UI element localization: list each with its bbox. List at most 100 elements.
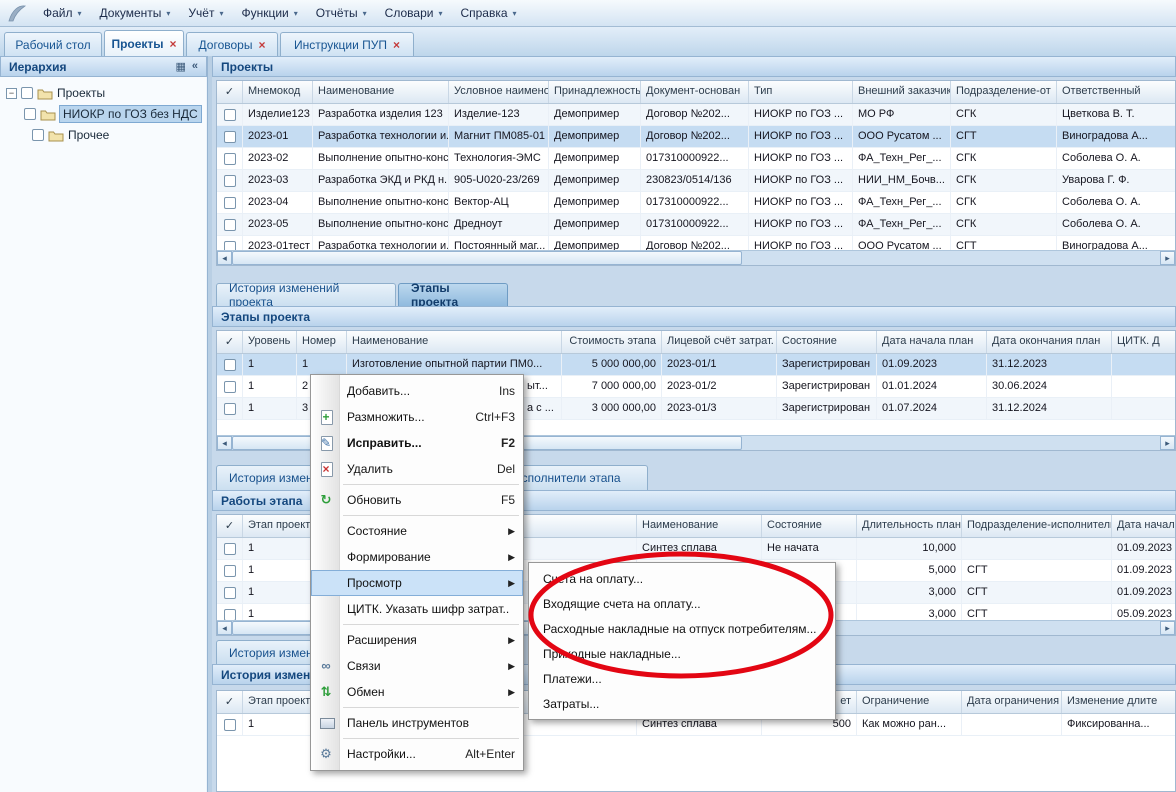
- row-checkbox[interactable]: [224, 381, 236, 393]
- row-checkbox[interactable]: [224, 131, 236, 143]
- submenu-item-payments[interactable]: Платежи...: [529, 666, 835, 691]
- scroll-left-icon[interactable]: ◂: [217, 621, 232, 635]
- column-header[interactable]: Изменение длите: [1062, 691, 1176, 713]
- menu-item-view[interactable]: Просмотр▶: [311, 570, 523, 596]
- row-checkbox[interactable]: [224, 403, 236, 415]
- check-column-header[interactable]: ✓: [217, 81, 243, 103]
- submenu-item-incoming-invoices[interactable]: Входящие счета на оплату...: [529, 591, 835, 616]
- column-header[interactable]: Лицевой счёт затрат.: [662, 331, 777, 353]
- check-column-header[interactable]: ✓: [217, 691, 243, 713]
- scrollbar-thumb[interactable]: [232, 251, 742, 265]
- menu-item-settings[interactable]: ⚙Настройки...Alt+Enter: [311, 741, 523, 767]
- column-header[interactable]: Длительность план ▼: [857, 515, 962, 537]
- tree-item-projects[interactable]: − Проекты: [6, 83, 105, 103]
- menu-reports[interactable]: Отчёты▾: [307, 3, 376, 23]
- row-checkbox[interactable]: [224, 109, 236, 121]
- column-header[interactable]: Состояние: [777, 331, 877, 353]
- column-header[interactable]: Состояние: [762, 515, 857, 537]
- grid-icon[interactable]: ▦: [175, 60, 185, 73]
- tab-projects[interactable]: Проекты×: [104, 30, 184, 56]
- collapse-node-icon[interactable]: −: [6, 88, 17, 99]
- column-header[interactable]: Условное наименова: [449, 81, 549, 103]
- check-column-header[interactable]: ✓: [217, 515, 243, 537]
- check-column-header[interactable]: ✓: [217, 331, 243, 353]
- menu-item-citk-code[interactable]: ЦИТК. Указать шифр затрат..: [311, 596, 523, 622]
- menu-item-delete[interactable]: ×УдалитьDel: [311, 456, 523, 482]
- column-header[interactable]: ЦИТК. Д: [1112, 331, 1176, 353]
- column-header[interactable]: Ответственный: [1057, 81, 1176, 103]
- column-header[interactable]: Номер: [297, 331, 347, 353]
- table-row[interactable]: 11Изготовление опытной партии ПМ0...5 00…: [217, 354, 1175, 376]
- menu-functions[interactable]: Функции▾: [232, 3, 306, 23]
- column-header[interactable]: Уровень: [243, 331, 297, 353]
- menu-file[interactable]: Файл▾: [34, 3, 91, 23]
- close-icon[interactable]: ×: [258, 39, 265, 51]
- column-header[interactable]: Документ-основан: [641, 81, 749, 103]
- tree-checkbox[interactable]: [32, 129, 44, 141]
- tab-project-stages[interactable]: Этапы проекта: [398, 283, 508, 306]
- scroll-left-icon[interactable]: ◂: [217, 251, 232, 265]
- submenu-item-outgoing-waybills[interactable]: Расходные накладные на отпуск потребител…: [529, 616, 835, 641]
- menu-item-duplicate[interactable]: +Размножить...Ctrl+F3: [311, 404, 523, 430]
- tab-instructions[interactable]: Инструкции ПУП×: [280, 32, 414, 56]
- row-checkbox[interactable]: [224, 565, 236, 577]
- close-icon[interactable]: ×: [393, 39, 400, 51]
- row-checkbox[interactable]: [224, 543, 236, 555]
- column-header[interactable]: Дата начала план: [877, 331, 987, 353]
- submenu-item-invoices[interactable]: Счета на оплату...: [529, 566, 835, 591]
- table-row[interactable]: Изделие123Разработка изделия 123Изделие-…: [217, 104, 1175, 126]
- tab-project-history[interactable]: История изменений проекта: [216, 283, 396, 306]
- horizontal-scrollbar[interactable]: ◂ ▸: [217, 250, 1175, 265]
- table-row[interactable]: 2023-01Разработка технологии и...Магнит …: [217, 126, 1175, 148]
- column-header[interactable]: Подразделение-исполнитель..: [962, 515, 1112, 537]
- menu-item-state[interactable]: Состояние▶: [311, 518, 523, 544]
- column-header[interactable]: Внешний заказчик: [853, 81, 951, 103]
- scroll-right-icon[interactable]: ▸: [1160, 251, 1175, 265]
- row-checkbox[interactable]: [224, 719, 236, 731]
- column-header[interactable]: Принадлежность: [549, 81, 641, 103]
- tree-checkbox[interactable]: [24, 108, 36, 120]
- menu-item-edit[interactable]: ✎Исправить...F2: [311, 430, 523, 456]
- close-icon[interactable]: ×: [170, 38, 177, 50]
- row-checkbox[interactable]: [224, 609, 236, 621]
- menu-item-links[interactable]: ∞Связи▶: [311, 653, 523, 679]
- table-row[interactable]: 2023-03Разработка ЭКД и РКД н...905-U020…: [217, 170, 1175, 192]
- table-row[interactable]: 2023-04Выполнение опытно-конс...Вектор-А…: [217, 192, 1175, 214]
- row-checkbox[interactable]: [224, 219, 236, 231]
- column-header[interactable]: Дата начал: [1112, 515, 1176, 537]
- row-checkbox[interactable]: [224, 153, 236, 165]
- column-header[interactable]: Ограничение: [857, 691, 962, 713]
- row-checkbox[interactable]: [224, 359, 236, 371]
- menu-accounting[interactable]: Учёт▾: [179, 3, 232, 23]
- column-header[interactable]: Дата окончания план: [987, 331, 1112, 353]
- column-header[interactable]: Подразделение-от: [951, 81, 1057, 103]
- tree-item-other[interactable]: Прочее: [32, 125, 109, 145]
- column-header[interactable]: Мнемокод: [243, 81, 313, 103]
- tab-contracts[interactable]: Договоры×: [186, 32, 278, 56]
- menu-dictionaries[interactable]: Словари▾: [376, 3, 452, 23]
- menu-item-forming[interactable]: Формирование▶: [311, 544, 523, 570]
- menu-item-add[interactable]: Добавить...Ins: [311, 378, 523, 404]
- column-header[interactable]: Дата ограничения: [962, 691, 1062, 713]
- scroll-right-icon[interactable]: ▸: [1160, 436, 1175, 450]
- scroll-right-icon[interactable]: ▸: [1160, 621, 1175, 635]
- collapse-panel-icon[interactable]: «: [192, 60, 198, 73]
- menu-help[interactable]: Справка▾: [451, 3, 525, 23]
- menu-item-extensions[interactable]: Расширения▶: [311, 627, 523, 653]
- table-row[interactable]: 2023-02Выполнение опытно-конс...Технолог…: [217, 148, 1175, 170]
- submenu-item-costs[interactable]: Затраты...: [529, 691, 835, 716]
- scroll-left-icon[interactable]: ◂: [217, 436, 232, 450]
- table-row[interactable]: 2023-05Выполнение опытно-конс...Дредноут…: [217, 214, 1175, 236]
- tree-checkbox[interactable]: [21, 87, 33, 99]
- row-checkbox[interactable]: [224, 587, 236, 599]
- row-checkbox[interactable]: [224, 197, 236, 209]
- menu-item-refresh[interactable]: ↻ОбновитьF5: [311, 487, 523, 513]
- menu-item-toolbar[interactable]: Панель инструментов: [311, 710, 523, 736]
- tree-item-niokr[interactable]: НИОКР по ГОЗ без НДС: [24, 104, 201, 124]
- column-header[interactable]: Наименование: [313, 81, 449, 103]
- tab-desktop[interactable]: Рабочий стол: [4, 32, 102, 56]
- column-header[interactable]: Стоимость этапа: [562, 331, 662, 353]
- menu-documents[interactable]: Документы▾: [91, 3, 180, 23]
- column-header[interactable]: Наименование: [347, 331, 562, 353]
- column-header[interactable]: Тип: [749, 81, 853, 103]
